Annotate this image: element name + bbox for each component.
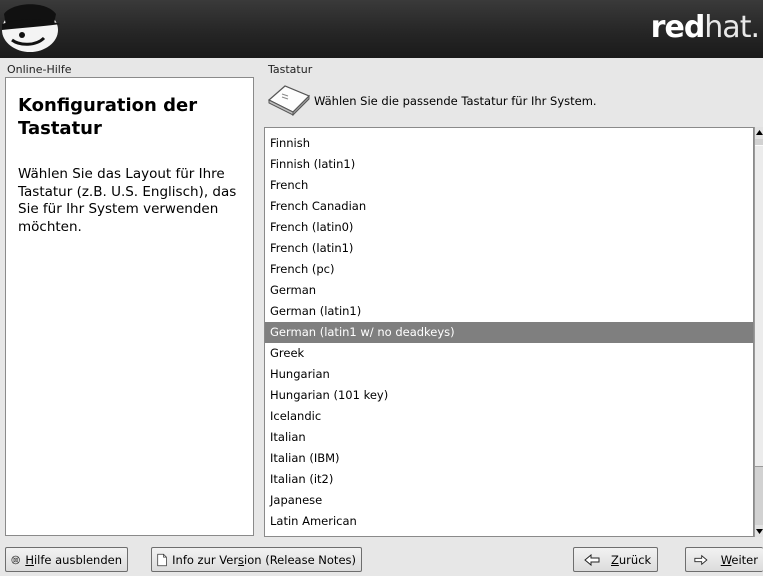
- shadowman-logo-icon: [2, 4, 60, 52]
- hide-help-label: Hilfe ausblenden: [25, 552, 122, 567]
- list-item[interactable]: French (pc): [265, 259, 753, 280]
- hide-help-button[interactable]: Hilfe ausblenden: [5, 547, 128, 572]
- keyboard-key-icon: [267, 85, 311, 116]
- list-item[interactable]: Icelandic: [265, 406, 753, 427]
- list-item[interactable]: Japanese: [265, 490, 753, 511]
- keyboard-panel-label: Tastatur: [268, 63, 313, 76]
- help-hide-icon: [11, 555, 20, 564]
- help-panel: Konfiguration der Tastatur Wählen Sie da…: [5, 77, 254, 536]
- redhat-logo-text: redhat.: [650, 10, 760, 45]
- help-text: Wählen Sie das Layout für Ihre Tastatur …: [18, 166, 237, 235]
- list-item[interactable]: Italian (it2): [265, 469, 753, 490]
- keyboard-prompt: Wählen Sie die passende Tastatur für Ihr…: [314, 94, 597, 108]
- list-item[interactable]: Latin American: [265, 511, 753, 532]
- list-item[interactable]: Hungarian (101 key): [265, 385, 753, 406]
- keyboard-header: Wählen Sie die passende Tastatur für Ihr…: [263, 82, 758, 118]
- list-item[interactable]: Greek: [265, 343, 753, 364]
- list-item[interactable]: Hungarian: [265, 364, 753, 385]
- next-button[interactable]: Weiter: [685, 547, 763, 572]
- list-item-selected[interactable]: German (latin1 w/ no deadkeys): [265, 322, 753, 343]
- list-item[interactable]: French (latin0): [265, 217, 753, 238]
- keyboard-list-items: Finnish Finnish (latin1) French French Cana…: [265, 133, 753, 532]
- next-label: Weiter: [720, 552, 758, 567]
- scroll-down-arrow-icon[interactable]: [755, 525, 763, 537]
- scrollbar-thumb[interactable]: [755, 145, 763, 467]
- list-item[interactable]: French (latin1): [265, 238, 753, 259]
- header-banner: redhat.: [0, 0, 763, 58]
- scroll-up-arrow-icon[interactable]: [755, 127, 763, 139]
- help-title: Konfiguration der Tastatur: [18, 95, 198, 139]
- release-notes-label: Info zur Version (Release Notes): [172, 552, 356, 567]
- help-panel-label: Online-Hilfe: [7, 63, 72, 76]
- list-item[interactable]: German: [265, 280, 753, 301]
- list-scrollbar[interactable]: [754, 127, 763, 537]
- keyboard-list[interactable]: Finnish Finnish (latin1) French French Cana…: [264, 127, 754, 537]
- list-item[interactable]: French: [265, 175, 753, 196]
- document-icon: [157, 553, 167, 566]
- list-item[interactable]: Finnish (latin1): [265, 154, 753, 175]
- arrow-left-icon: [584, 553, 600, 566]
- release-notes-button[interactable]: Info zur Version (Release Notes): [151, 547, 362, 572]
- back-button[interactable]: Zurück: [573, 547, 658, 572]
- list-item[interactable]: Finnish: [265, 133, 753, 154]
- list-item[interactable]: German (latin1): [265, 301, 753, 322]
- list-item[interactable]: Italian (IBM): [265, 448, 753, 469]
- list-item[interactable]: Italian: [265, 427, 753, 448]
- back-label: Zurück: [611, 552, 652, 567]
- arrow-right-icon: [694, 554, 708, 565]
- list-item[interactable]: French Canadian: [265, 196, 753, 217]
